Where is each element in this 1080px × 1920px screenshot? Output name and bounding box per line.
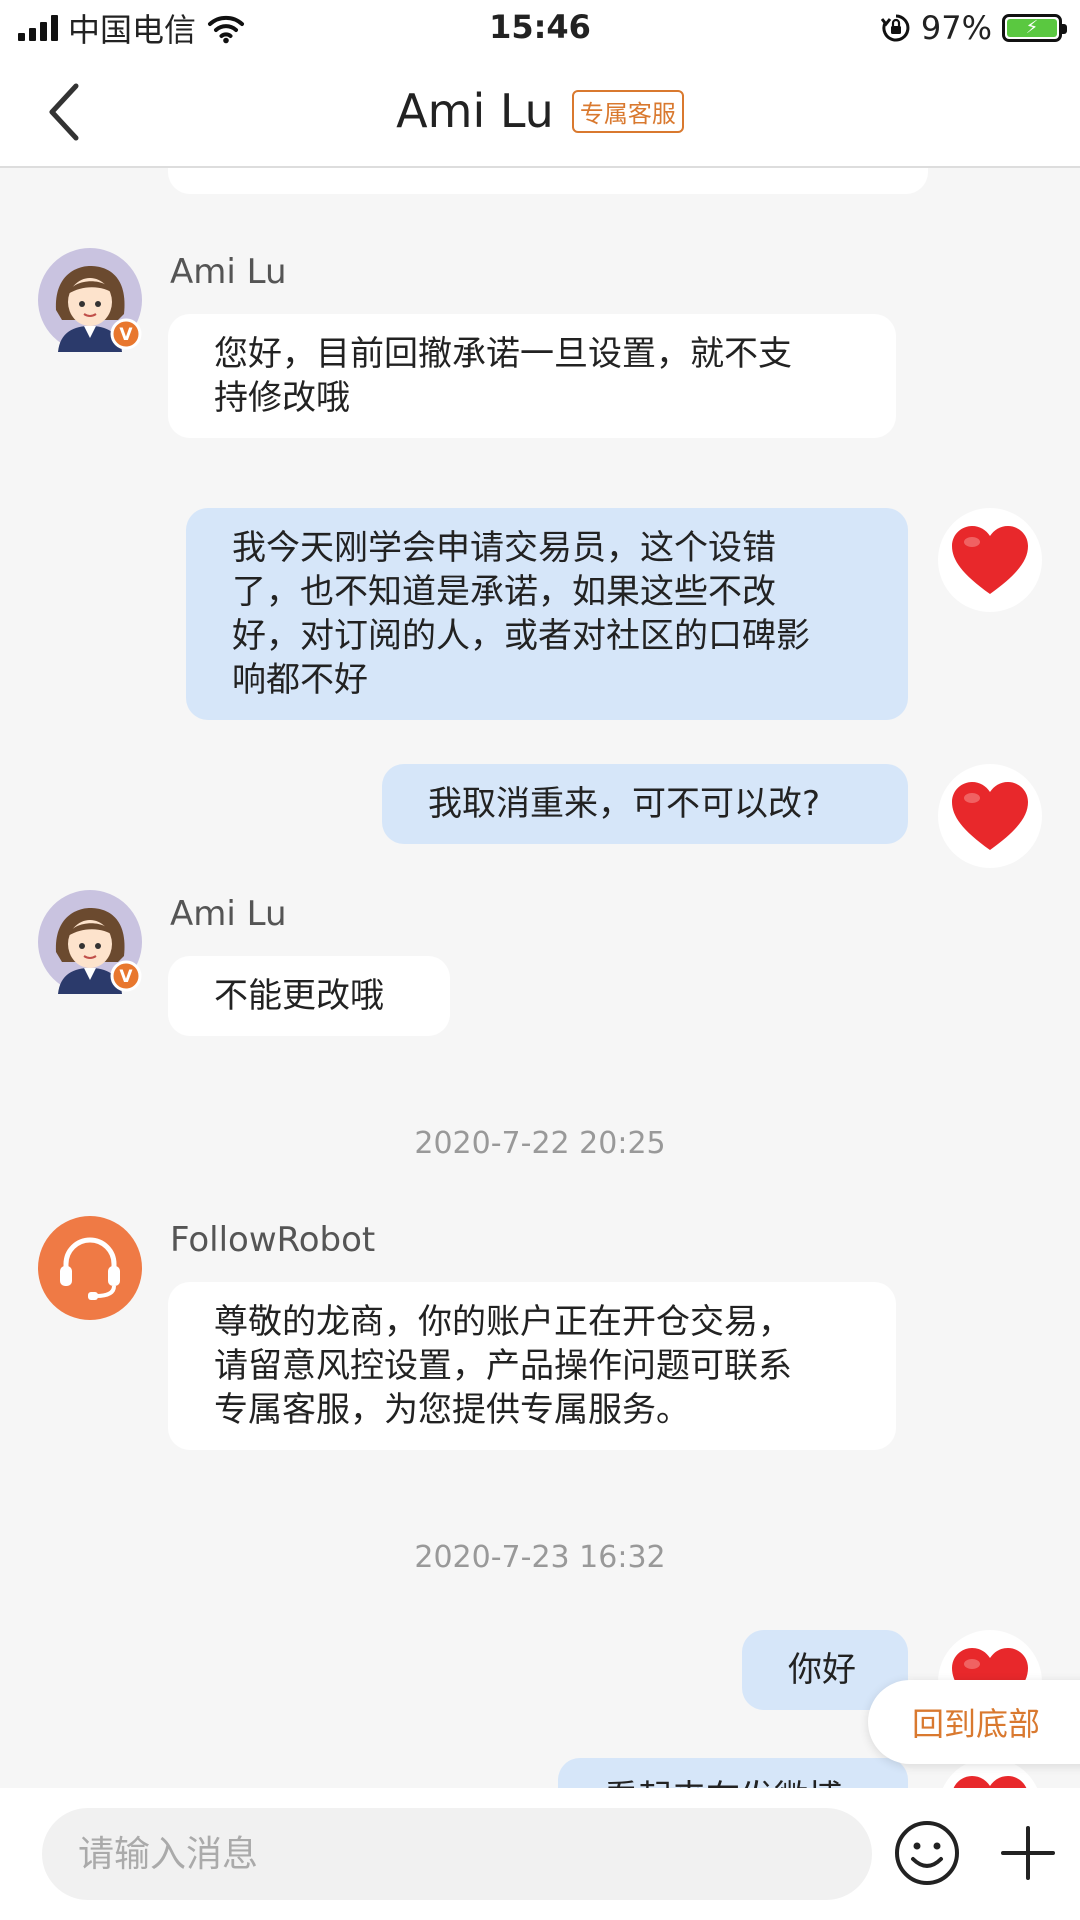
timestamp: 2020-7-22 20:25 bbox=[414, 1126, 666, 1161]
heart-icon bbox=[952, 782, 1028, 850]
battery-icon: ⚡ bbox=[1002, 14, 1067, 42]
service-badge: 专属客服 bbox=[571, 89, 684, 133]
message-bubble[interactable]: 看起来在发微博 bbox=[558, 1758, 908, 1788]
battery-percent: 97% bbox=[920, 9, 992, 47]
chat-area[interactable]: V Ami Lu 您好，目前回撤承诺一旦设置，就不支 持修改哦 我今天刚学会申请… bbox=[0, 168, 1080, 1788]
user-avatar[interactable] bbox=[938, 508, 1042, 612]
nav-bar: Ami Lu 专属客服 bbox=[0, 56, 1080, 168]
agent-avatar[interactable]: V bbox=[38, 248, 142, 352]
status-right: 97% ⚡ bbox=[880, 8, 1067, 48]
rotation-lock-icon bbox=[880, 14, 910, 42]
input-bar bbox=[0, 1788, 1080, 1920]
plus-button[interactable] bbox=[998, 1818, 1058, 1888]
smiley-icon bbox=[895, 1821, 959, 1885]
robot-avatar[interactable] bbox=[38, 1216, 142, 1320]
user-avatar[interactable] bbox=[938, 764, 1042, 868]
message-bubble[interactable]: 尊敬的龙商，你的账户正在开仓交易， 请留意风控设置，产品操作问题可联系 专属客服… bbox=[168, 1282, 896, 1450]
status-bar: 中国电信 15:46 97% ⚡ bbox=[0, 0, 1080, 56]
message-bubble-partial bbox=[168, 168, 928, 194]
plus-icon bbox=[1001, 1826, 1055, 1880]
nav-title-group: Ami Lu 专属客服 bbox=[0, 84, 1080, 138]
heart-icon bbox=[953, 1776, 1027, 1788]
sender-name: Ami Lu bbox=[170, 252, 287, 292]
svg-text:V: V bbox=[119, 325, 133, 345]
page-title: Ami Lu bbox=[396, 84, 554, 138]
message-bubble[interactable]: 我取消重来，可不可以改? bbox=[382, 764, 908, 844]
sender-name: Ami Lu bbox=[170, 894, 287, 934]
message-bubble[interactable]: 您好，目前回撤承诺一旦设置，就不支 持修改哦 bbox=[168, 314, 896, 438]
message-input[interactable] bbox=[42, 1808, 872, 1900]
message-bubble[interactable]: 我今天刚学会申请交易员，这个设错 了，也不知道是承诺，如果这些不改 好，对订阅的… bbox=[186, 508, 908, 720]
agent-avatar[interactable]: V bbox=[38, 890, 142, 994]
svg-text:V: V bbox=[119, 967, 133, 987]
timestamp: 2020-7-23 16:32 bbox=[414, 1540, 666, 1575]
heart-icon bbox=[952, 526, 1028, 594]
back-to-bottom-button[interactable]: 回到底部 bbox=[868, 1680, 1080, 1764]
emoji-button[interactable] bbox=[892, 1818, 962, 1888]
message-bubble[interactable]: 不能更改哦 bbox=[168, 956, 450, 1036]
sender-name: FollowRobot bbox=[170, 1220, 376, 1260]
